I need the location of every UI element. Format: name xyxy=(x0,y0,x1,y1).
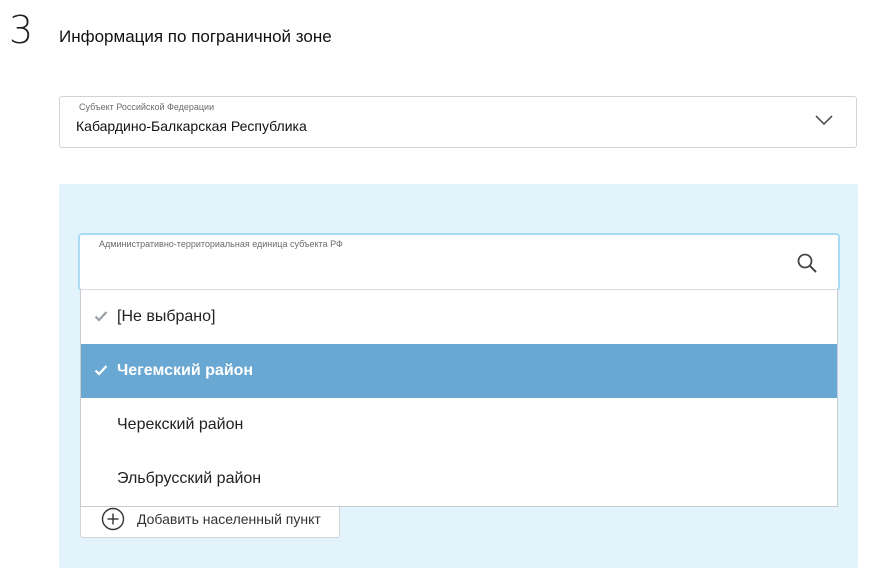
dropdown-option-elbrussky[interactable]: Эльбрусский район xyxy=(81,452,837,506)
region-select-label: Субъект Российской Федерации xyxy=(79,102,215,112)
check-icon xyxy=(94,365,108,376)
admin-unit-search-input[interactable] xyxy=(98,257,778,281)
check-icon xyxy=(94,311,108,322)
plus-circle-icon xyxy=(101,507,125,531)
step-number: 3 xyxy=(9,8,34,52)
region-select[interactable]: Субъект Российской Федерации Кабардино-Б… xyxy=(59,96,857,148)
section-title: Информация по пограничной зоне xyxy=(59,27,332,46)
dropdown-option-chegemsky[interactable]: Чегемский район xyxy=(81,344,837,398)
dropdown-option-not-selected[interactable]: [Не выбрано] xyxy=(81,290,837,344)
admin-unit-search-field[interactable]: Административно-территориальная единица … xyxy=(78,233,840,291)
region-select-value: Кабардино-Балкарская Республика xyxy=(76,118,307,134)
option-label: Эльбрусский район xyxy=(117,470,262,487)
add-locality-label: Добавить населенный пункт xyxy=(137,511,321,527)
option-label: [Не выбрано] xyxy=(117,308,216,325)
dropdown-option-chereksky[interactable]: Черекский район xyxy=(81,398,837,452)
admin-unit-dropdown: [Не выбрано] Чегемский район Черекский р… xyxy=(80,289,838,507)
option-label: Черекский район xyxy=(117,416,244,433)
chevron-down-icon[interactable] xyxy=(814,113,834,127)
search-icon[interactable] xyxy=(796,252,818,274)
admin-unit-label: Административно-территориальная единица … xyxy=(99,239,343,249)
option-label: Чегемский район xyxy=(117,362,254,379)
